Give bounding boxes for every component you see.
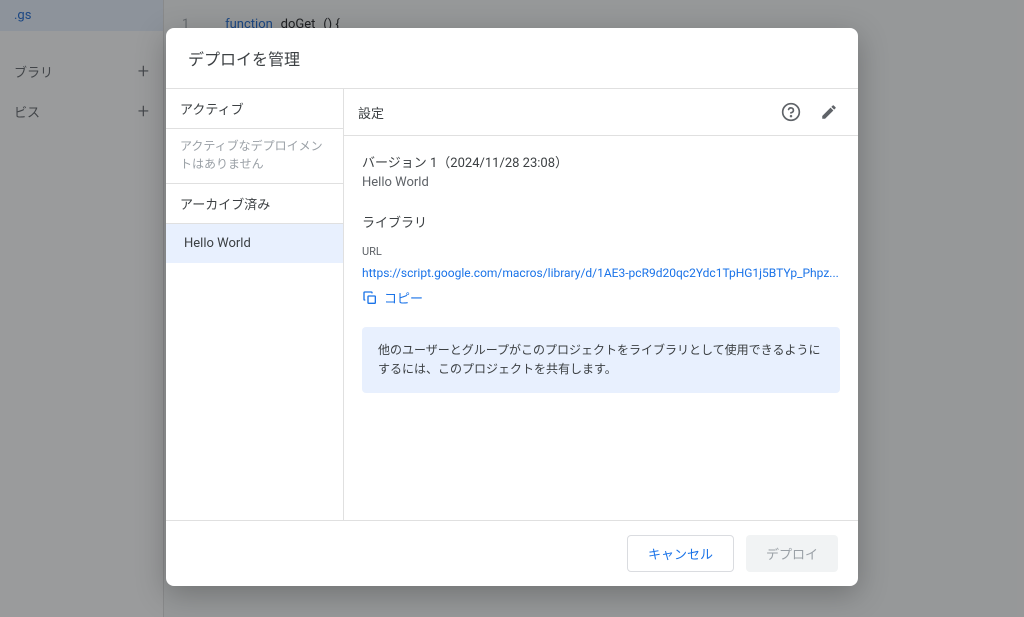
active-section-header: アクティブ: [166, 89, 343, 129]
deploy-button: デプロイ: [746, 535, 838, 572]
url-label: URL: [362, 245, 840, 258]
settings-label: 設定: [358, 103, 768, 122]
active-empty-message: アクティブなデプロイメントはありません: [166, 129, 343, 184]
cancel-button[interactable]: キャンセル: [627, 535, 734, 572]
copy-icon: [362, 290, 378, 306]
copy-button[interactable]: コピー: [362, 288, 423, 307]
deployment-description: Hello World: [362, 175, 840, 190]
share-info-box: 他のユーザーとグループがこのプロジェクトをライブラリとして使用できるようにするに…: [362, 327, 840, 393]
dialog-body: アクティブ アクティブなデプロイメントはありません アーカイブ済み Hello …: [166, 88, 858, 521]
modal-overlay[interactable]: デプロイを管理 アクティブ アクティブなデプロイメントはありません アーカイブ済…: [0, 0, 1024, 617]
deployment-details-panel: 設定 バージョン 1（2024/11/28 23:08） Hello World…: [344, 89, 858, 520]
archived-section-header: アーカイブ済み: [166, 184, 343, 224]
library-section-label: ライブラリ: [362, 212, 840, 231]
copy-label: コピー: [384, 288, 423, 307]
edit-button[interactable]: [814, 97, 844, 127]
library-url-link[interactable]: https://script.google.com/macros/library…: [362, 266, 840, 280]
help-button[interactable]: [776, 97, 806, 127]
deployments-list-panel: アクティブ アクティブなデプロイメントはありません アーカイブ済み Hello …: [166, 89, 344, 520]
deployment-list-item[interactable]: Hello World: [166, 224, 343, 263]
details-content: バージョン 1（2024/11/28 23:08） Hello World ライ…: [344, 136, 858, 409]
details-header: 設定: [344, 89, 858, 136]
dialog-title: デプロイを管理: [166, 28, 858, 88]
dialog-footer: キャンセル デプロイ: [166, 521, 858, 586]
pencil-icon: [820, 103, 838, 121]
version-line: バージョン 1（2024/11/28 23:08）: [362, 152, 840, 171]
manage-deployments-dialog: デプロイを管理 アクティブ アクティブなデプロイメントはありません アーカイブ済…: [166, 28, 858, 586]
help-icon: [781, 102, 801, 122]
